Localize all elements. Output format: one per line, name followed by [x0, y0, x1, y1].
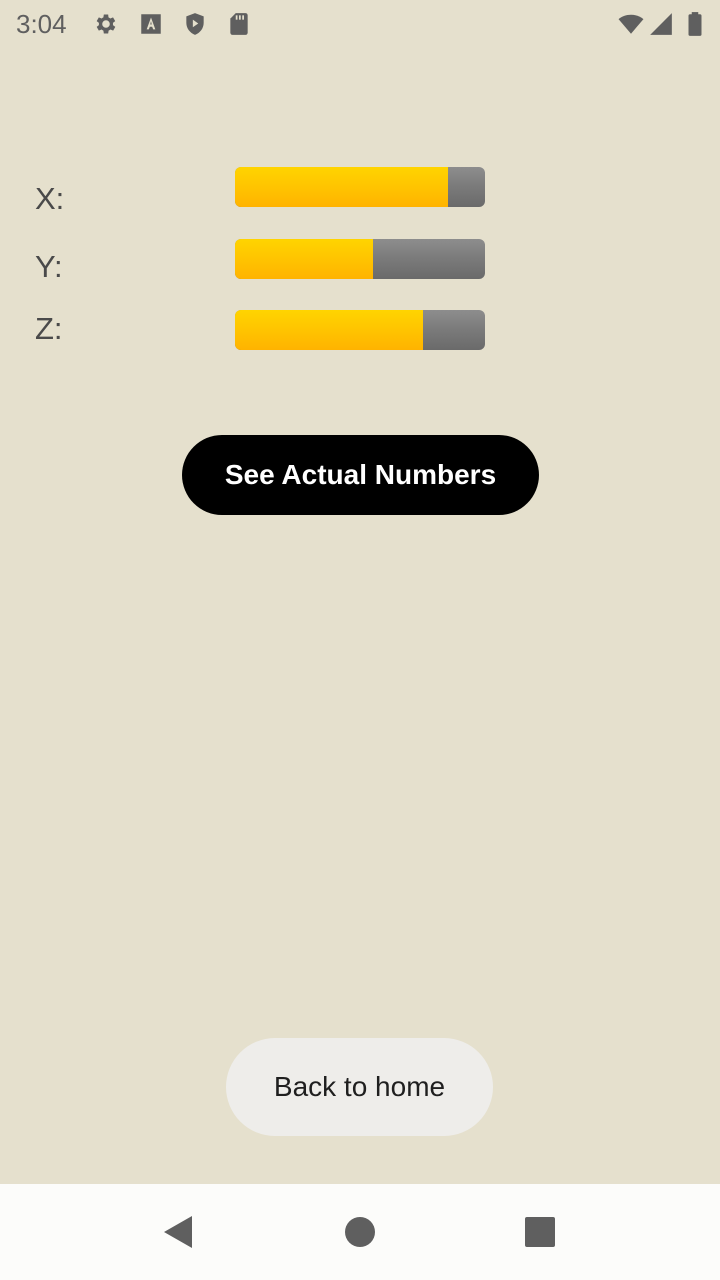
- battery-icon: [688, 12, 702, 36]
- shield-play-icon: [186, 13, 204, 35]
- signal-icon: [650, 13, 672, 35]
- x-level-fill: [235, 167, 448, 207]
- text-a-icon: [141, 14, 161, 34]
- z-level-fill: [235, 310, 423, 350]
- axis-label-z: Z:: [35, 311, 63, 346]
- settings-icon: [96, 14, 116, 34]
- status-bar: 3:04: [0, 0, 720, 48]
- x-level-bar: [235, 167, 485, 207]
- y-level-bar: [235, 239, 485, 279]
- axis-label-y: Y:: [35, 249, 63, 284]
- see-actual-numbers-button[interactable]: See Actual Numbers: [182, 435, 539, 515]
- axis-label-x: X:: [35, 181, 65, 216]
- y-level-fill: [235, 239, 373, 279]
- home-icon[interactable]: [342, 1214, 378, 1250]
- sd-card-icon: [230, 13, 248, 35]
- recents-icon[interactable]: [522, 1214, 558, 1250]
- navigation-bar: [0, 1184, 720, 1280]
- wifi-icon: [618, 14, 644, 34]
- status-time: 3:04: [16, 9, 67, 39]
- back-icon[interactable]: [160, 1214, 196, 1250]
- z-level-bar: [235, 310, 485, 350]
- back-to-home-button[interactable]: Back to home: [226, 1038, 493, 1136]
